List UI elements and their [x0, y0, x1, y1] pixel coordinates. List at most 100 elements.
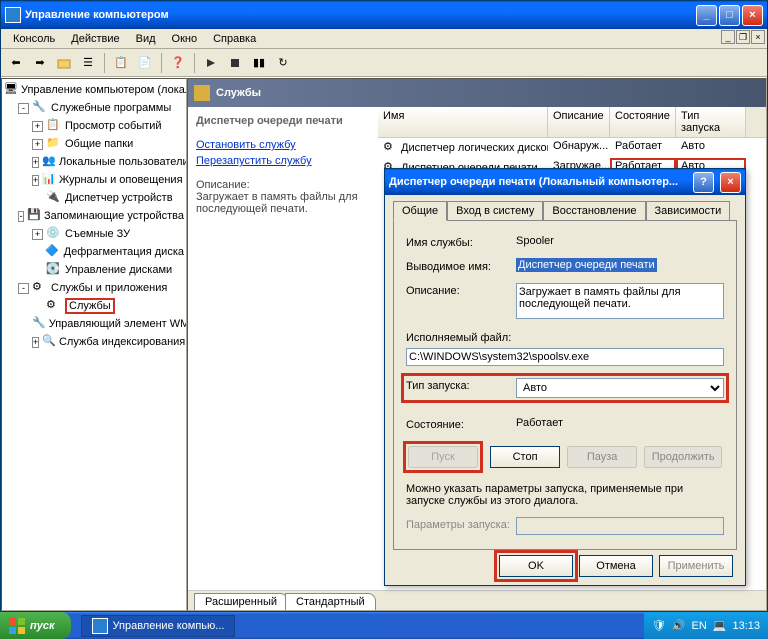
tab-recovery[interactable]: Восстановление — [543, 201, 645, 220]
tree-event-viewer[interactable]: +📋Просмотр событий — [4, 117, 184, 135]
titlebar[interactable]: Управление компьютером _ □ × — [1, 1, 767, 29]
dialog-help-button[interactable]: ? — [693, 172, 714, 193]
dispname-value: Диспетчер очереди печати — [516, 258, 657, 272]
restart-link[interactable]: Перезапустить службу — [196, 155, 370, 167]
params-input — [516, 517, 724, 535]
service-title: Диспетчер очереди печати — [196, 115, 370, 127]
window-title: Управление компьютером — [25, 9, 696, 21]
col-desc[interactable]: Описание — [548, 107, 610, 137]
app-icon — [5, 7, 21, 23]
stop-link[interactable]: Остановить службу — [196, 139, 370, 151]
play-button[interactable] — [200, 52, 222, 74]
menu-console[interactable]: Консоль — [5, 31, 63, 47]
start-button[interactable]: пуск — [0, 612, 71, 639]
taskbar: пуск Управление компью... 🛡 🔊 EN 💻 13:13 — [0, 612, 768, 639]
tab-dependencies[interactable]: Зависимости — [646, 201, 731, 220]
menu-help[interactable]: Справка — [205, 31, 264, 47]
apply-button: Применить — [659, 555, 733, 577]
export-button[interactable]: 📋 — [110, 52, 132, 74]
tray-icon[interactable]: 🛡 — [652, 619, 666, 632]
pause-button: Пауза — [567, 446, 637, 468]
tree-wmi[interactable]: 🔧Управляющий элемент WM — [4, 315, 184, 333]
tree-shared-folders[interactable]: +📁Общие папки — [4, 135, 184, 153]
params-label: Параметры запуска: — [406, 517, 516, 531]
tree-device-mgr[interactable]: 🔌Диспетчер устройств — [4, 189, 184, 207]
tab-general[interactable]: Общие — [393, 201, 447, 221]
lang-indicator[interactable]: EN — [691, 620, 706, 632]
tree-storage[interactable]: -💾Запоминающие устройства — [4, 207, 184, 225]
col-starttype[interactable]: Тип запуска — [676, 107, 746, 137]
back-button[interactable]: ⬅ — [5, 52, 27, 74]
minimize-button[interactable]: _ — [696, 5, 717, 26]
tree-perf-logs[interactable]: +📊Журналы и оповещения пр — [4, 171, 184, 189]
mdi-restore-button[interactable]: ❐ — [736, 30, 750, 44]
tree-disk-mgmt[interactable]: 💽Управление дисками — [4, 261, 184, 279]
refresh-button[interactable]: 📄 — [134, 52, 156, 74]
menu-action[interactable]: Действие — [63, 31, 127, 47]
tab-standard[interactable]: Стандартный — [285, 593, 376, 610]
col-name[interactable]: Имя — [378, 107, 548, 137]
taskbar-item[interactable]: Управление компью... — [81, 615, 236, 637]
close-button[interactable]: × — [742, 5, 763, 26]
windows-icon — [8, 617, 26, 635]
resume-button: Продолжить — [644, 446, 722, 468]
pause-button[interactable]: ▮▮ — [248, 52, 270, 74]
dialog-title: Диспетчер очереди печати (Локальный комп… — [389, 176, 693, 188]
tree-local-users[interactable]: +👥Локальные пользователи — [4, 153, 184, 171]
clock[interactable]: 13:13 — [732, 620, 760, 632]
desc-text: Загружает в память файлы для последующей… — [196, 191, 370, 215]
up-button[interactable] — [53, 52, 75, 74]
col-state[interactable]: Состояние — [610, 107, 676, 137]
starttype-label: Тип запуска: — [406, 378, 516, 392]
stop-button[interactable]: Стоп — [490, 446, 560, 468]
help-button[interactable]: ❓ — [167, 52, 189, 74]
menu-window[interactable]: Окно — [164, 31, 206, 47]
svcname-label: Имя службы: — [406, 235, 516, 249]
services-header: Службы — [188, 79, 766, 107]
desc-label: Описание: — [406, 283, 516, 297]
exe-input[interactable] — [406, 348, 724, 366]
menubar: Консоль Действие Вид Окно Справка _ ❐ × — [1, 29, 767, 49]
params-note: Можно указать параметры запуска, применя… — [406, 483, 724, 507]
tree-panel[interactable]: 🖥Управление компьютером (локал -🔧Служебн… — [1, 78, 187, 611]
tree-system-tools[interactable]: -🔧Служебные программы — [4, 99, 184, 117]
tab-logon[interactable]: Вход в систему — [447, 201, 543, 220]
cancel-button[interactable]: Отмена — [579, 555, 653, 577]
restart-button[interactable]: ↻ — [272, 52, 294, 74]
dialog-titlebar[interactable]: Диспетчер очереди печати (Локальный комп… — [385, 169, 745, 195]
maximize-button[interactable]: □ — [719, 5, 740, 26]
tray-icon[interactable]: 🔊 — [672, 619, 686, 632]
exe-label: Исполняемый файл: — [406, 332, 724, 344]
tray-icon[interactable]: 💻 — [713, 619, 727, 632]
start-button: Пуск — [408, 446, 478, 468]
forward-button[interactable]: ➡ — [29, 52, 51, 74]
dialog-close-button[interactable]: × — [720, 172, 741, 193]
starttype-select[interactable]: Авто — [516, 378, 724, 398]
state-label: Состояние: — [406, 417, 516, 431]
list-row[interactable]: ⚙Диспетчер логических дисков Обнаруж... … — [378, 138, 766, 158]
detail-panel: Диспетчер очереди печати Остановить служ… — [188, 107, 378, 590]
properties-dialog: Диспетчер очереди печати (Локальный комп… — [384, 168, 746, 586]
menu-view[interactable]: Вид — [128, 31, 164, 47]
dispname-label: Выводимое имя: — [406, 259, 516, 273]
gear-icon — [194, 85, 210, 101]
props-button[interactable]: ☰ — [77, 52, 99, 74]
mdi-minimize-button[interactable]: _ — [721, 30, 735, 44]
mdi-close-button[interactable]: × — [751, 30, 765, 44]
desc-label: Описание: — [196, 179, 370, 191]
tree-services-apps[interactable]: -⚙Службы и приложения — [4, 279, 184, 297]
tree-services[interactable]: ⚙Службы — [4, 297, 184, 315]
desc-textarea[interactable] — [516, 283, 724, 319]
system-tray[interactable]: 🛡 🔊 EN 💻 13:13 — [644, 612, 768, 639]
tree-defrag[interactable]: 🔷Дефрагментация диска — [4, 243, 184, 261]
state-value: Работает — [516, 417, 724, 429]
ok-button[interactable]: OK — [499, 555, 573, 577]
tree-removable[interactable]: +💿Съемные ЗУ — [4, 225, 184, 243]
tree-root[interactable]: 🖥Управление компьютером (локал — [4, 81, 184, 99]
toolbar: ⬅ ➡ ☰ 📋 📄 ❓ ▮▮ ↻ — [1, 49, 767, 77]
svcname-value: Spooler — [516, 235, 724, 247]
stop-button[interactable] — [224, 52, 246, 74]
gear-icon: ⚙ — [383, 140, 399, 156]
tab-extended[interactable]: Расширенный — [194, 593, 288, 610]
tree-indexing[interactable]: +🔍Служба индексирования — [4, 333, 184, 351]
